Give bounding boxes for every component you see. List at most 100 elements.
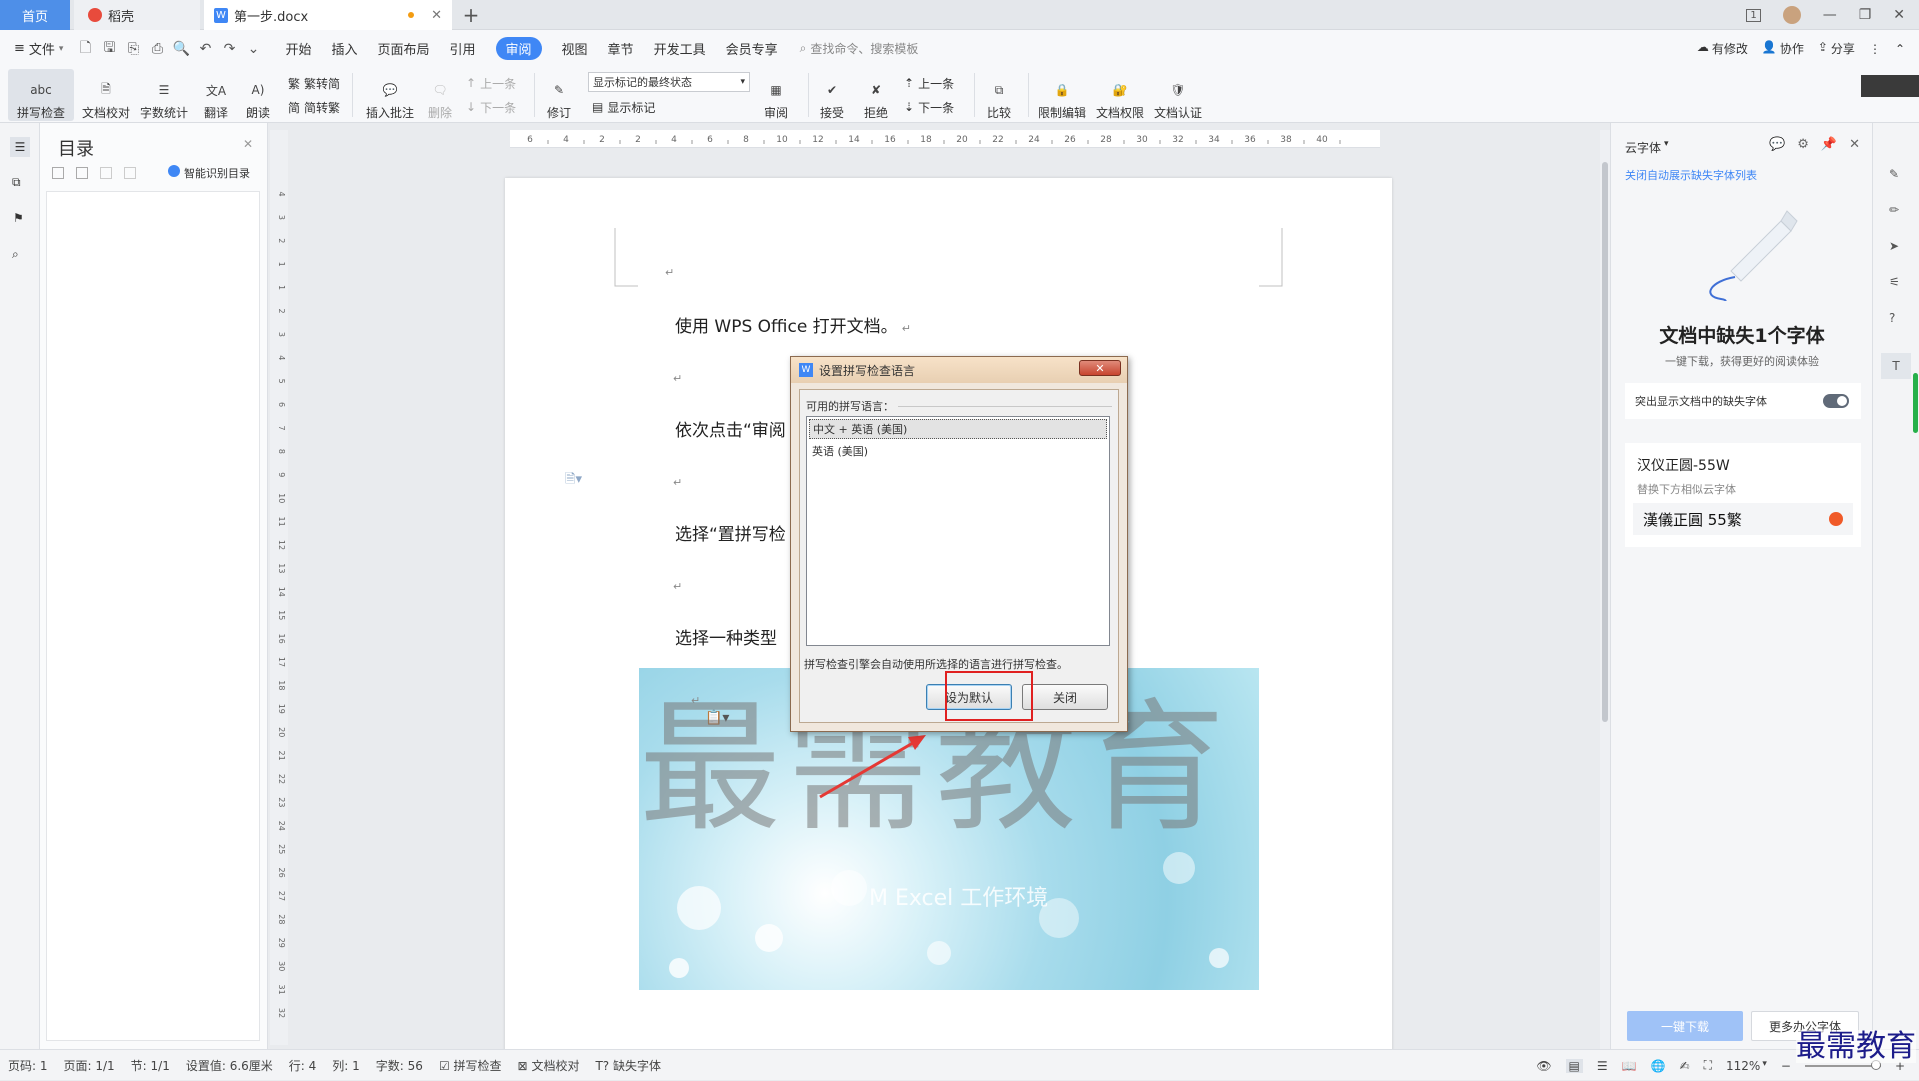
edit-icon[interactable]: ✏ <box>1889 203 1899 217</box>
print-preview-icon[interactable]: 🔍 <box>172 40 190 58</box>
share-button[interactable]: ⇪ 分享 <box>1818 40 1855 57</box>
find-icon[interactable]: ⌕ <box>12 247 19 262</box>
margin-doc-icon[interactable]: 🗎▾ <box>565 470 582 492</box>
status-spell-check[interactable]: ☑ 拼写检查 <box>431 1057 510 1074</box>
navigation-icon[interactable]: ⧉ <box>12 175 21 190</box>
collab-button[interactable]: 👤 协作 <box>1762 40 1804 57</box>
accept-button[interactable]: ✔ 接受 <box>812 69 852 121</box>
eye-protect-icon[interactable]: 👁 <box>1536 1059 1551 1073</box>
scroll-thumb[interactable] <box>1602 162 1608 722</box>
page-badge-icon[interactable]: 1 <box>1746 8 1761 22</box>
menu-start[interactable]: 开始 <box>275 30 321 67</box>
language-option-zh-en[interactable]: 中文 + 英语 (美国) <box>809 419 1107 439</box>
zoom-level[interactable]: 112% ▾ <box>1726 1059 1767 1073</box>
page-view-icon[interactable]: ▤ <box>1565 1058 1583 1073</box>
translate-button[interactable]: 文A 翻译 <box>196 69 236 121</box>
prev-change-button[interactable]: ⇡ 上一条 <box>904 73 954 93</box>
more-icon[interactable]: ⋮ <box>1869 42 1881 56</box>
status-section[interactable]: 节: 1/1 <box>123 1057 178 1074</box>
menu-developer[interactable]: 开发工具 <box>644 30 716 67</box>
language-option-en-us[interactable]: 英语 (美国) <box>809 441 1107 461</box>
track-changes-button[interactable]: ✎ 修订 <box>540 69 578 121</box>
outline-view-icon[interactable]: ☰ <box>1597 1059 1608 1073</box>
undo-icon[interactable]: ↶ <box>196 40 214 58</box>
close-auto-show-link[interactable]: 关闭自动展示缺失字体列表 <box>1625 167 1757 183</box>
font-panel-icon[interactable]: T <box>1881 353 1911 379</box>
horizontal-ruler[interactable]: 6 4 2 2 4 6 8 10 12 14 16 18 20 22 24 26 28 30 32 34 36 38 40 <box>510 130 1380 148</box>
restrict-edit-button[interactable]: 🔒 限制编辑 <box>1036 69 1088 121</box>
next-comment-button[interactable]: ↓ 下一条 <box>466 97 516 117</box>
status-proofread[interactable]: ⊠ 文档校对 <box>510 1057 588 1074</box>
status-pages[interactable]: 页面: 1/1 <box>56 1057 123 1074</box>
one-click-download-button[interactable]: 一键下载 <box>1627 1011 1743 1041</box>
status-setting[interactable]: 设置值: 6.6厘米 <box>178 1057 281 1074</box>
menu-member[interactable]: 会员专享 <box>716 30 788 67</box>
adjust-icon[interactable]: ⚟ <box>1889 275 1900 289</box>
zoom-slider[interactable] <box>1804 1059 1881 1070</box>
vertical-ruler[interactable]: 4 3 2 1 1 2 3 4 5 6 7 8 9 10 11 12 13 14 15 16 17 18 19 20 21 22 2… <box>270 130 288 1045</box>
panel-close-icon[interactable]: ✕ <box>1849 137 1860 152</box>
minimize-icon[interactable]: — <box>1823 7 1837 23</box>
format-painter-icon[interactable]: ⎘ <box>124 40 142 58</box>
redo-icon[interactable]: ↷ <box>220 40 238 58</box>
command-search[interactable]: ⌕ 查找命令、搜索模板 <box>800 40 919 57</box>
status-words[interactable]: 字数: 56 <box>368 1057 431 1074</box>
review-pane-button[interactable]: ▦ 审阅 <box>756 69 796 121</box>
new-doc-icon[interactable]: 🗋 <box>76 40 94 58</box>
proofread-button[interactable]: 🗎 文档校对 <box>80 69 132 121</box>
dialog-close-icon[interactable]: ✕ <box>1079 360 1121 376</box>
highlight-toggle[interactable] <box>1823 394 1849 408</box>
trad-to-simp-button[interactable]: 繁繁转简 <box>288 73 340 93</box>
menu-review[interactable]: 审阅 <box>486 30 552 67</box>
write-view-icon[interactable]: ✍ <box>1680 1059 1690 1073</box>
doc-certify-button[interactable]: 🛡 文档认证 <box>1152 69 1204 121</box>
reject-button[interactable]: ✘ 拒绝 <box>856 69 896 121</box>
spell-check-button[interactable]: abc 拼写检查 <box>8 69 74 121</box>
insert-comment-button[interactable]: 💬 插入批注 <box>362 69 418 121</box>
simp-to-trad-button[interactable]: 简简转繁 <box>288 97 340 117</box>
delete-comment-button[interactable]: 🗨 删除 <box>422 69 458 121</box>
customize-icon[interactable]: ⌄ <box>244 40 262 58</box>
bookmark-icon[interactable]: ⚑ <box>13 211 24 225</box>
dialog-close-button[interactable]: 关闭 <box>1022 684 1108 710</box>
restore-icon[interactable]: ❐ <box>1859 7 1872 23</box>
menu-page-layout[interactable]: 页面布局 <box>367 30 439 67</box>
status-missing-font[interactable]: T? 缺失字体 <box>587 1057 669 1074</box>
tab-home[interactable]: 首页 <box>0 0 70 30</box>
tab-document[interactable]: W 第一步.docx ✕ <box>204 0 452 30</box>
tab-close-icon[interactable]: ✕ <box>431 8 442 23</box>
pin-icon[interactable]: 📌 <box>1821 137 1837 152</box>
select-icon[interactable]: ➤ <box>1889 239 1899 253</box>
doc-permission-button[interactable]: 🔐 文档权限 <box>1094 69 1146 121</box>
dialog-titlebar[interactable]: W 设置拼写检查语言 ✕ <box>791 357 1127 383</box>
toc-panel-icon[interactable]: ☰ <box>10 137 30 157</box>
file-menu[interactable]: ≡ 文件 ▾ <box>0 30 73 67</box>
markup-state-select[interactable]: 显示标记的最终状态 ▾ <box>588 72 750 92</box>
toc-tool-up-icon[interactable] <box>76 167 88 179</box>
ribbon-overflow-thumb[interactable] <box>1861 75 1919 97</box>
tab-draft[interactable]: 稻壳 <box>74 0 200 30</box>
read-view-icon[interactable]: 📖 <box>1622 1059 1637 1073</box>
zoom-out-icon[interactable]: − <box>1781 1059 1791 1073</box>
help-icon[interactable]: ? <box>1889 311 1895 325</box>
print-icon[interactable]: ⎙ <box>148 40 166 58</box>
toc-tool-add-icon[interactable] <box>100 167 112 179</box>
toc-tool-remove-icon[interactable] <box>124 167 136 179</box>
menu-section[interactable]: 章节 <box>598 30 644 67</box>
changes-button[interactable]: ☁ 有修改 <box>1697 40 1748 57</box>
cloud-font-dropdown[interactable]: 云字体 ▾ <box>1625 139 1669 156</box>
status-col[interactable]: 列: 1 <box>324 1057 368 1074</box>
save-icon[interactable]: 🖫 <box>100 40 118 58</box>
close-window-icon[interactable]: ✕ <box>1893 7 1905 23</box>
smart-toc-button[interactable]: 智能识别目录 <box>168 165 250 181</box>
read-aloud-button[interactable]: A) 朗读 <box>240 69 276 121</box>
prev-comment-button[interactable]: ↑ 上一条 <box>466 73 516 93</box>
status-page-code[interactable]: 页码: 1 <box>0 1057 56 1074</box>
document-scrollbar[interactable] <box>1600 130 1610 1049</box>
toc-close-icon[interactable]: ✕ <box>243 137 253 151</box>
language-list[interactable]: 中文 + 英语 (美国) 英语 (美国) <box>806 416 1110 646</box>
compare-button[interactable]: ⧉ 比较 <box>978 69 1020 121</box>
style-icon[interactable]: ✎ <box>1889 167 1899 181</box>
menu-references[interactable]: 引用 <box>440 30 486 67</box>
menu-view[interactable]: 视图 <box>552 30 598 67</box>
